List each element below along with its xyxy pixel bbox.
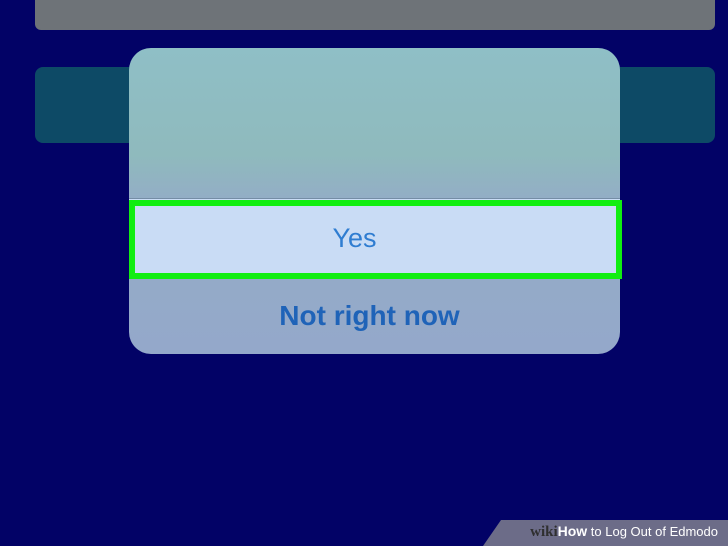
yes-button[interactable]: Yes: [129, 199, 620, 277]
watermark-how: How: [557, 523, 588, 539]
not-right-now-button[interactable]: Not right now: [129, 278, 620, 354]
alert-dialog: Yes Not right now: [129, 48, 620, 354]
dialog-message-area: [129, 48, 620, 198]
not-right-now-button-label: Not right now: [279, 300, 460, 331]
watermark-title: to Log Out of Edmodo: [587, 524, 718, 539]
background-top-bar: [35, 0, 715, 30]
watermark: wikiHow to Log Out of Edmodo: [530, 523, 718, 541]
yes-button-label: Yes: [332, 222, 377, 253]
watermark-brand: wiki: [530, 524, 558, 540]
